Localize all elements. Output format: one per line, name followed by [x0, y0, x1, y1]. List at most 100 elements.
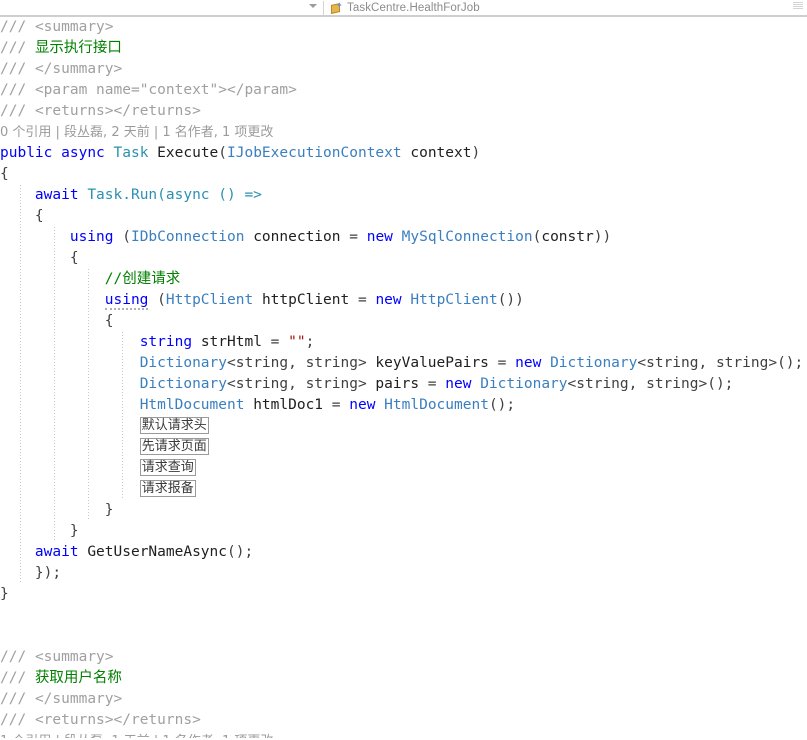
kw-public: public: [0, 145, 53, 161]
var-connection: connection: [253, 229, 341, 245]
kw-new: new: [349, 397, 376, 413]
method-execute: Execute: [157, 145, 219, 161]
tab-taskcentre-healthforjob[interactable]: ✦ TaskCentre.HealthForJob: [330, 0, 480, 16]
collapsed-region-default-headers[interactable]: 默认请求头: [139, 417, 209, 434]
type-mysqlconnection: MySqlConnection: [401, 229, 533, 245]
type-httpclient: HttpClient: [410, 292, 498, 308]
param-context: context: [410, 145, 472, 161]
kw-await: await: [34, 544, 79, 560]
string-literal-empty: "": [288, 334, 306, 350]
task-run-call: Task.Run(async () =>: [87, 187, 262, 203]
type-idbconnection: IDbConnection: [130, 229, 245, 245]
code-line: /// <returns></returns>: [0, 710, 807, 731]
doc-slashes: ///: [0, 712, 27, 728]
code-line: /// 获取用户名称: [0, 668, 807, 689]
doc-summary-close: </summary>: [34, 691, 123, 707]
scroll-indicator-icon[interactable]: [793, 2, 803, 10]
var-httpclient: httpClient: [261, 292, 350, 308]
type-ijobexecutioncontext: IJobExecutionContext: [227, 145, 402, 161]
var-constr: constr: [541, 229, 594, 245]
code-line: await Task.Run(async () =>: [0, 185, 807, 206]
brace-open: {: [0, 166, 9, 182]
code-line: }: [0, 500, 807, 521]
doc-summary-open: <summary>: [34, 19, 114, 35]
code-line: Dictionary<string, string> keyValuePairs…: [0, 353, 807, 374]
doc-slashes: ///: [0, 61, 27, 77]
kw-new: new: [366, 229, 393, 245]
kw-using: using: [69, 229, 114, 245]
doc-slashes: ///: [0, 649, 27, 665]
doc-slashes: ///: [0, 691, 27, 707]
code-line: {: [0, 164, 807, 185]
var-keyvaluepairs: keyValuePairs: [375, 355, 489, 371]
code-line: public async Task Execute(IJobExecutionC…: [0, 145, 481, 161]
call-getusernameasync: GetUserNameAsync: [87, 544, 227, 560]
collapsed-region-request-report[interactable]: 请求报备: [139, 480, 196, 497]
brace-close: }: [69, 523, 79, 539]
doc-slashes: ///: [0, 82, 27, 98]
doc-slashes: ///: [0, 670, 27, 686]
doc-summary-open: <summary>: [34, 649, 114, 665]
codelens-text[interactable]: 0 个引用 | 段丛磊, 2 天前 | 1 名作者, 1 项更改: [0, 125, 273, 140]
doc-slashes: ///: [0, 40, 27, 56]
var-htmldoc1: htmlDoc1: [253, 397, 324, 413]
doc-slashes: ///: [0, 103, 27, 119]
class-namespace-icon: ✦: [330, 1, 343, 15]
code-line: {: [0, 248, 807, 269]
code-line: }: [0, 521, 807, 542]
code-line: 默认请求头: [0, 416, 807, 437]
code-content: /// <summary> /// 显示执行接口 /// </summary> …: [0, 17, 807, 738]
tab-label: TaskCentre.HealthForJob: [347, 2, 480, 14]
code-line: {: [0, 311, 807, 332]
code-line: //创建请求: [0, 269, 807, 290]
code-line: HtmlDocument htmlDoc1 = new HtmlDocument…: [0, 395, 807, 416]
codelens-text[interactable]: 1 个引用 | 段丛磊, 1 天前 | 1 名作者, 1 项更改: [0, 734, 273, 738]
comment-create-request: //创建请求: [104, 271, 181, 287]
generic-args: <string, string>: [567, 376, 708, 392]
brace-open: {: [104, 313, 114, 329]
type-dictionary: Dictionary: [480, 376, 568, 392]
doc-returns: <returns></returns>: [34, 712, 201, 728]
collapsed-region-request-page-first[interactable]: 先请求页面: [139, 438, 209, 455]
kw-new: new: [445, 376, 472, 392]
doc-summary-close: </summary>: [34, 61, 123, 77]
type-htmldocument: HtmlDocument: [139, 397, 245, 413]
code-line: /// <returns></returns>: [0, 101, 807, 122]
type-task: Task: [113, 145, 149, 161]
code-line: 请求报备: [0, 479, 807, 500]
editor-tab-strip: ✦ TaskCentre.HealthForJob: [0, 0, 807, 17]
brace-open: {: [69, 250, 79, 266]
var-pairs: pairs: [375, 376, 420, 392]
code-line: Dictionary<string, string> pairs = new D…: [0, 374, 807, 395]
code-line: using (HttpClient httpClient = new HttpC…: [0, 290, 807, 311]
tab-separator: [323, 1, 324, 15]
doc-summary-text: 显示执行接口: [34, 40, 122, 56]
chevron-down-icon[interactable]: [309, 4, 317, 8]
doc-slashes: ///: [0, 19, 27, 35]
type-dictionary: Dictionary: [550, 355, 638, 371]
generic-args: <string, string>: [637, 355, 778, 371]
kw-await: await: [34, 187, 79, 203]
collapsed-region-request-query[interactable]: 请求查询: [139, 459, 196, 476]
kw-new: new: [515, 355, 542, 371]
code-editor[interactable]: /// <summary> /// 显示执行接口 /// </summary> …: [0, 17, 807, 738]
codelens-line-execute[interactable]: 0 个引用 | 段丛磊, 2 天前 | 1 名作者, 1 项更改: [0, 122, 807, 143]
code-line: await GetUserNameAsync();: [0, 542, 807, 563]
type-dictionary: Dictionary: [139, 376, 227, 392]
codelens-line-getusername[interactable]: 1 个引用 | 段丛磊, 1 天前 | 1 名作者, 1 项更改: [0, 731, 807, 738]
code-line: /// <summary>: [0, 17, 807, 38]
doc-param: <param name="context"></param>: [34, 82, 297, 98]
code-line: /// </summary>: [0, 689, 807, 710]
generic-args: <string, string>: [227, 376, 367, 392]
code-line: /// 显示执行接口: [0, 38, 807, 59]
kw-async: async: [61, 145, 105, 161]
kw-string: string: [139, 334, 193, 350]
brace-open: {: [34, 208, 44, 224]
doc-returns: <returns></returns>: [34, 103, 201, 119]
code-line: 请求查询: [0, 458, 807, 479]
var-strhtml: strHtml: [200, 334, 262, 350]
brace-close: }: [0, 586, 9, 602]
code-line: }: [0, 584, 807, 605]
kw-using: using: [104, 292, 149, 310]
